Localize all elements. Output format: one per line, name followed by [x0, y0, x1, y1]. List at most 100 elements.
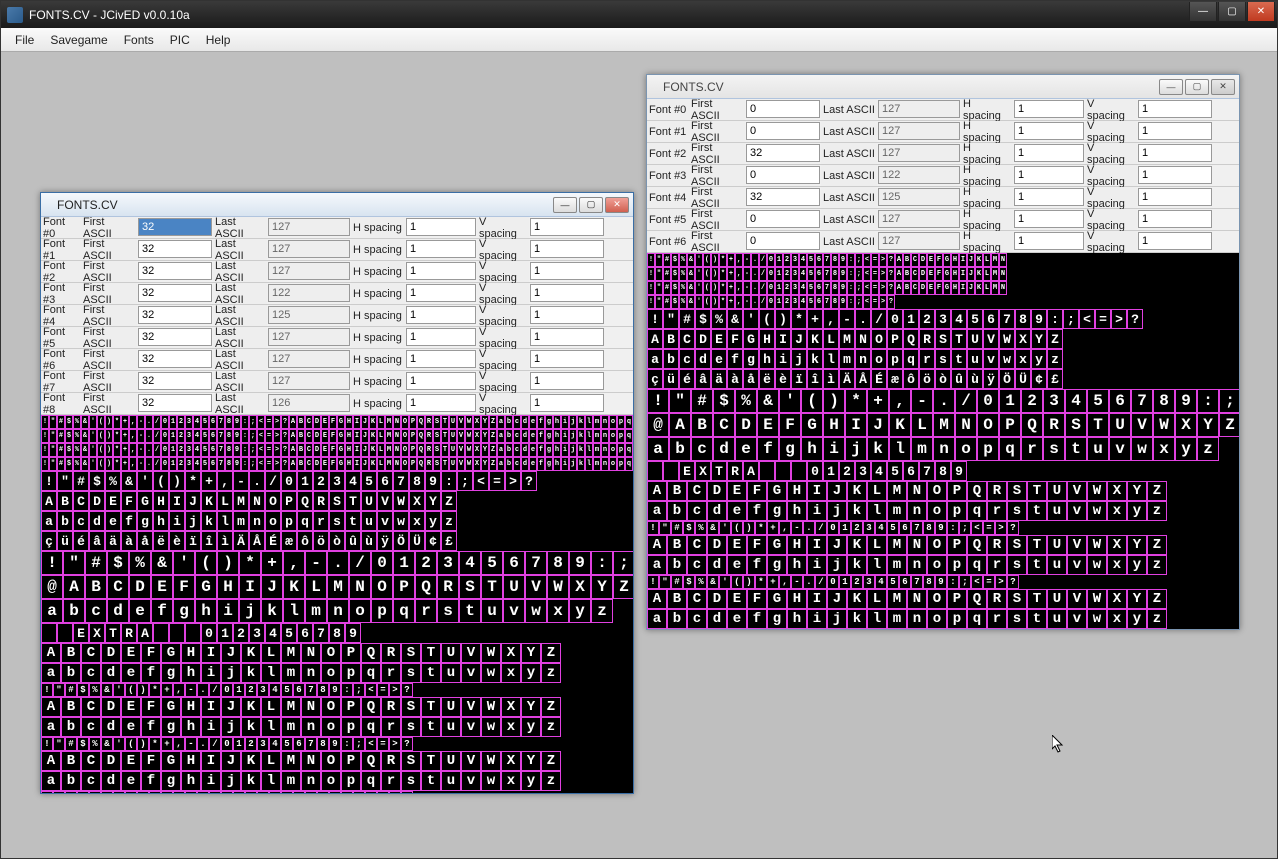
glyph-cell[interactable]: w	[481, 717, 501, 737]
last-ascii-input[interactable]	[878, 100, 960, 118]
glyph-cell[interactable]: A	[289, 415, 297, 429]
glyph-cell[interactable]: 0	[827, 575, 839, 589]
glyph-cell[interactable]: +	[261, 551, 283, 575]
glyph-cell[interactable]: /	[815, 521, 827, 535]
glyph-cell[interactable]: #	[671, 575, 683, 589]
glyph-cell[interactable]: 6	[293, 791, 305, 793]
glyph-cell[interactable]: m	[593, 443, 601, 457]
glyph-cell[interactable]: 0	[371, 551, 393, 575]
glyph-cell[interactable]: g	[767, 501, 787, 521]
glyph-cell[interactable]: &	[707, 521, 719, 535]
glyph-cell[interactable]: <	[257, 443, 265, 457]
glyph-cell[interactable]: à	[727, 369, 743, 389]
glyph-cell[interactable]: R	[919, 329, 935, 349]
glyph-area-right[interactable]: !"#$%&'()*+,-./0123456789:;<=>?ABCDEFGHI…	[647, 253, 1239, 629]
glyph-cell[interactable]: g	[137, 511, 153, 531]
glyph-cell[interactable]: G	[943, 267, 951, 281]
glyph-cell[interactable]: A	[137, 623, 153, 643]
glyph-cell[interactable]: /	[153, 415, 161, 429]
glyph-cell[interactable]: &	[687, 267, 695, 281]
glyph-cell[interactable]: %	[679, 267, 687, 281]
glyph-cell[interactable]: N	[393, 415, 401, 429]
last-ascii-input[interactable]	[878, 122, 960, 140]
glyph-cell[interactable]: V	[377, 491, 393, 511]
glyph-cell[interactable]	[759, 461, 775, 481]
glyph-cell[interactable]: 8	[317, 791, 329, 793]
glyph-cell[interactable]: J	[827, 589, 847, 609]
glyph-cell[interactable]: O	[321, 751, 341, 771]
first-ascii-input[interactable]	[746, 122, 820, 140]
glyph-cell[interactable]: W	[1087, 589, 1107, 609]
glyph-cell[interactable]: k	[241, 771, 261, 791]
glyph-cell[interactable]: E	[73, 623, 89, 643]
glyph-cell[interactable]: 7	[911, 521, 923, 535]
glyph-cell[interactable]: Q	[361, 697, 381, 717]
glyph-cell[interactable]: !	[41, 471, 57, 491]
glyph-cell[interactable]: h	[553, 429, 561, 443]
glyph-cell[interactable]: B	[297, 443, 305, 457]
glyph-cell[interactable]: .	[249, 471, 265, 491]
glyph-cell[interactable]: j	[221, 663, 241, 683]
glyph-cell[interactable]: &	[687, 295, 695, 309]
glyph-cell[interactable]: i	[561, 429, 569, 443]
glyph-cell[interactable]: T	[421, 697, 441, 717]
glyph-cell[interactable]: l	[217, 511, 233, 531]
glyph-cell[interactable]: R	[381, 751, 401, 771]
glyph-cell[interactable]: "	[659, 521, 671, 535]
glyph-cell[interactable]: 7	[217, 457, 225, 471]
glyph-cell[interactable]: t	[345, 511, 361, 531]
v-spacing-input[interactable]	[530, 350, 604, 368]
menu-file[interactable]: File	[7, 30, 42, 50]
glyph-cell[interactable]: Q	[967, 481, 987, 501]
glyph-cell[interactable]: U	[1047, 589, 1067, 609]
glyph-cell[interactable]: ç	[41, 531, 57, 551]
glyph-cell[interactable]: /	[759, 253, 767, 267]
glyph-cell[interactable]: !	[41, 791, 53, 793]
glyph-cell[interactable]: :	[241, 429, 249, 443]
glyph-cell[interactable]: a	[41, 771, 61, 791]
glyph-cell[interactable]: g	[161, 663, 181, 683]
glyph-cell[interactable]: ¢	[1031, 369, 1047, 389]
glyph-cell[interactable]: +	[201, 471, 217, 491]
glyph-cell[interactable]: 2	[783, 295, 791, 309]
glyph-cell[interactable]: 3	[437, 551, 459, 575]
glyph-cell[interactable]: C	[107, 575, 129, 599]
glyph-cell[interactable]: 1	[775, 295, 783, 309]
glyph-cell[interactable]: (	[153, 471, 169, 491]
glyph-cell[interactable]: 4	[799, 253, 807, 267]
glyph-cell[interactable]: h	[181, 771, 201, 791]
glyph-cell[interactable]: p	[617, 457, 625, 471]
glyph-cell[interactable]: >	[879, 295, 887, 309]
glyph-cell[interactable]: 6	[209, 415, 217, 429]
glyph-cell[interactable]: c	[513, 429, 521, 443]
glyph-cell[interactable]: c	[513, 443, 521, 457]
glyph-cell[interactable]: Ä	[233, 531, 249, 551]
glyph-cell[interactable]: E	[321, 429, 329, 443]
glyph-cell[interactable]: #	[57, 443, 65, 457]
glyph-cell[interactable]: E	[727, 481, 747, 501]
glyph-cell[interactable]: ,	[129, 415, 137, 429]
glyph-cell[interactable]: J	[827, 535, 847, 555]
glyph-cell[interactable]: T	[441, 457, 449, 471]
glyph-cell[interactable]: *	[113, 429, 121, 443]
glyph-cell[interactable]: 9	[345, 623, 361, 643]
glyph-cell[interactable]: i	[823, 437, 845, 461]
glyph-cell[interactable]: '	[113, 737, 125, 751]
glyph-cell[interactable]: 2	[1021, 389, 1043, 413]
glyph-cell[interactable]: d	[107, 599, 129, 623]
glyph-cell[interactable]: 8	[831, 267, 839, 281]
glyph-cell[interactable]: 7	[823, 253, 831, 267]
glyph-cell[interactable]: m	[281, 717, 301, 737]
glyph-cell[interactable]: D	[919, 267, 927, 281]
glyph-cell[interactable]: T	[441, 415, 449, 429]
glyph-cell[interactable]: "	[659, 575, 671, 589]
glyph-cell[interactable]: +	[767, 575, 779, 589]
glyph-cell[interactable]: j	[827, 609, 847, 629]
glyph-cell[interactable]: M	[233, 491, 249, 511]
glyph-cell[interactable]: X	[501, 697, 521, 717]
glyph-cell[interactable]: ,	[779, 521, 791, 535]
glyph-cell[interactable]: L	[305, 575, 327, 599]
glyph-cell[interactable]: m	[593, 457, 601, 471]
glyph-cell[interactable]: A	[41, 751, 61, 771]
glyph-cell[interactable]: w	[999, 349, 1015, 369]
